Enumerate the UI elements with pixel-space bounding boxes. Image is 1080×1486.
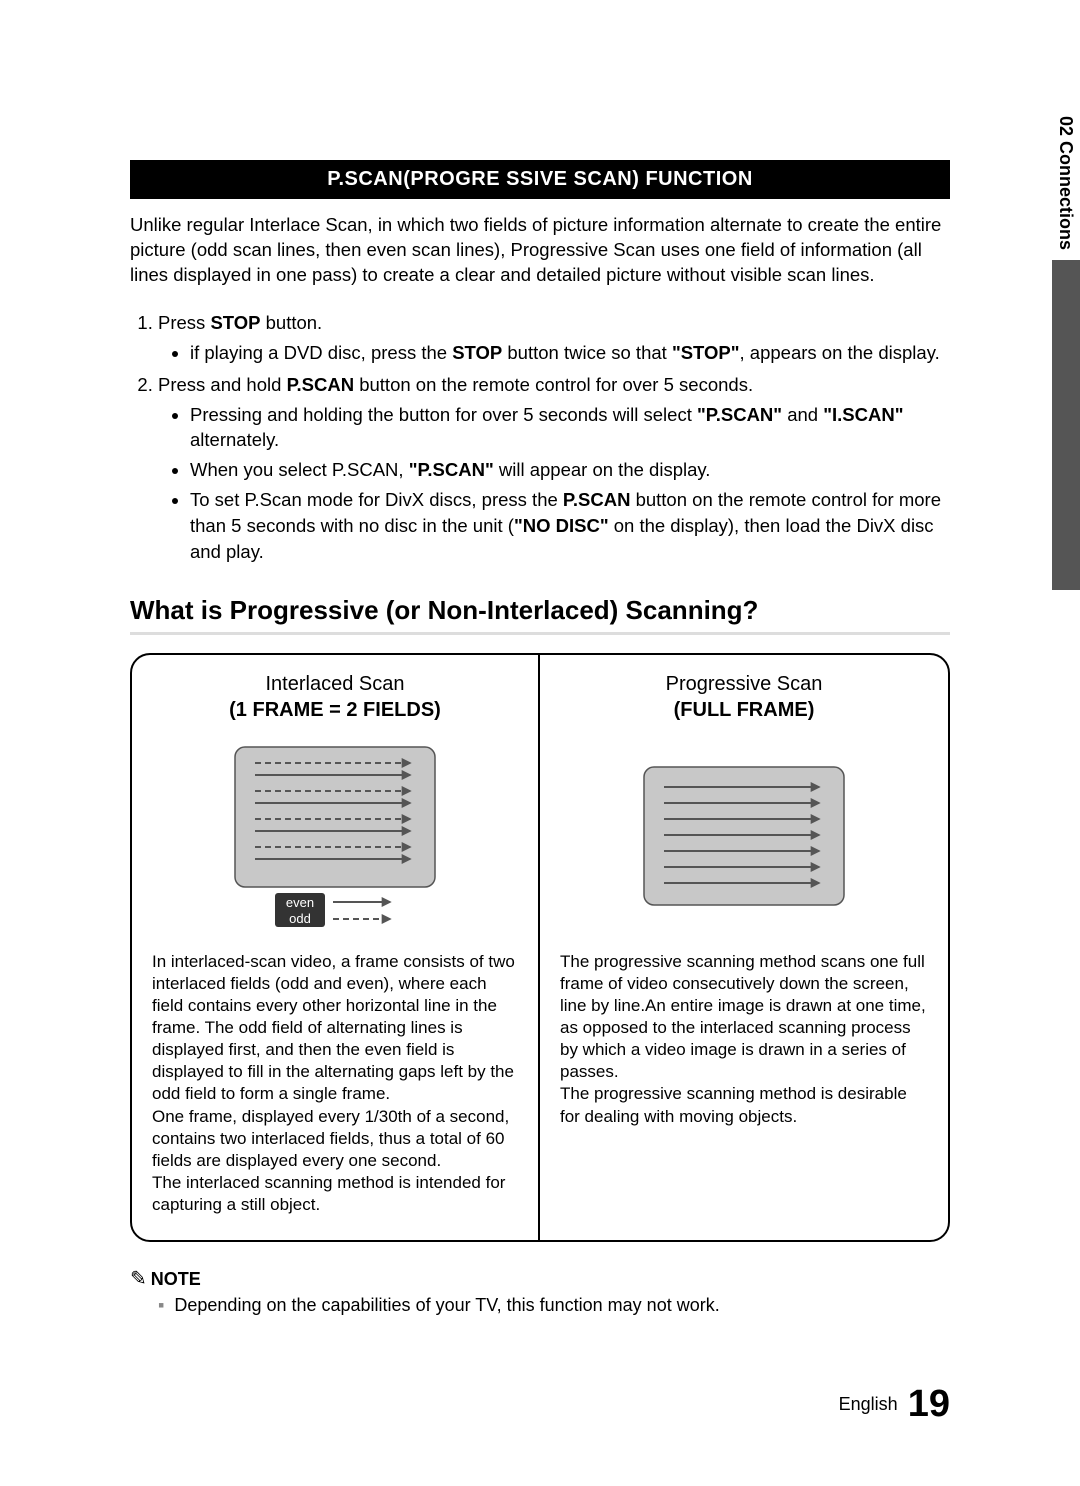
step-1-text-a: Press (158, 312, 210, 333)
interlaced-text: In interlaced-scan video, a frame consis… (152, 951, 518, 1216)
progressive-column: Progressive Scan (FULL FRAME) (540, 655, 948, 1240)
s1b1a: if playing a DVD disc, press the (190, 342, 452, 363)
s2a: Press and hold (158, 374, 287, 395)
sub-heading: What is Progressive (or Non-Interlaced) … (130, 595, 950, 635)
s2b: P.SCAN (287, 374, 355, 395)
step-2-bullet-3: To set P.Scan mode for DivX discs, press… (190, 487, 950, 565)
note-block: ✎NOTE Depending on the capabilities of y… (130, 1266, 950, 1316)
step-2: Press and hold P.SCAN button on the remo… (158, 372, 950, 565)
progressive-text: The progressive scanning method scans on… (560, 951, 928, 1128)
s1b1b: STOP (452, 342, 502, 363)
s2b1c: and (782, 404, 823, 425)
page-footer: English 19 (839, 1383, 950, 1426)
section-header: P.SCAN(PROGRE SSIVE SCAN) FUNCTION (130, 160, 950, 199)
interlaced-column: Interlaced Scan (1 FRAME = 2 FIELDS) (132, 655, 540, 1240)
note-item: Depending on the capabilities of your TV… (158, 1295, 950, 1316)
s1b1e: , appears on the display. (740, 342, 940, 363)
s2b1d: "I.SCAN" (823, 404, 903, 425)
interlaced-diagram: even odd (152, 741, 518, 931)
s2b2a: When you select P.SCAN, (190, 459, 409, 480)
s2c: button on the remote control for over 5 … (354, 374, 753, 395)
s2b3d: "NO DISC" (514, 515, 609, 536)
steps-list: Press STOP button. if playing a DVD disc… (130, 310, 950, 565)
progressive-title: Progressive Scan (560, 671, 928, 697)
s2b2b: "P.SCAN" (409, 459, 494, 480)
s2b2c: will appear on the display. (494, 459, 711, 480)
step-1-bullet-1: if playing a DVD disc, press the STOP bu… (190, 340, 950, 366)
s2b1a: Pressing and holding the button for over… (190, 404, 697, 425)
step-1-text-c: button. (260, 312, 322, 333)
intro-paragraph: Unlike regular Interlace Scan, in which … (130, 213, 950, 288)
note-label: NOTE (151, 1269, 201, 1289)
s2b1b: "P.SCAN" (697, 404, 782, 425)
step-2-bullet-1: Pressing and holding the button for over… (190, 402, 950, 454)
interlaced-subtitle: (1 FRAME = 2 FIELDS) (152, 697, 518, 723)
note-icon: ✎ (130, 1268, 147, 1290)
s1b1d: "STOP" (672, 342, 740, 363)
interlaced-title: Interlaced Scan (152, 671, 518, 697)
step-1: Press STOP button. if playing a DVD disc… (158, 310, 950, 366)
progressive-diagram (560, 741, 928, 931)
s2b3a: To set P.Scan mode for DivX discs, press… (190, 489, 563, 510)
step-2-bullet-2: When you select P.SCAN, "P.SCAN" will ap… (190, 457, 950, 483)
s1b1c: button twice so that (502, 342, 672, 363)
legend-odd-text: odd (289, 911, 311, 926)
legend-even-text: even (286, 895, 314, 910)
s2b1e: alternately. (190, 429, 279, 450)
progressive-subtitle: (FULL FRAME) (560, 697, 928, 723)
s2b3b: P.SCAN (563, 489, 631, 510)
comparison-box: Interlaced Scan (1 FRAME = 2 FIELDS) (130, 653, 950, 1242)
step-1-bold: STOP (210, 312, 260, 333)
footer-page-number: 19 (908, 1383, 950, 1425)
footer-language: English (839, 1394, 898, 1414)
